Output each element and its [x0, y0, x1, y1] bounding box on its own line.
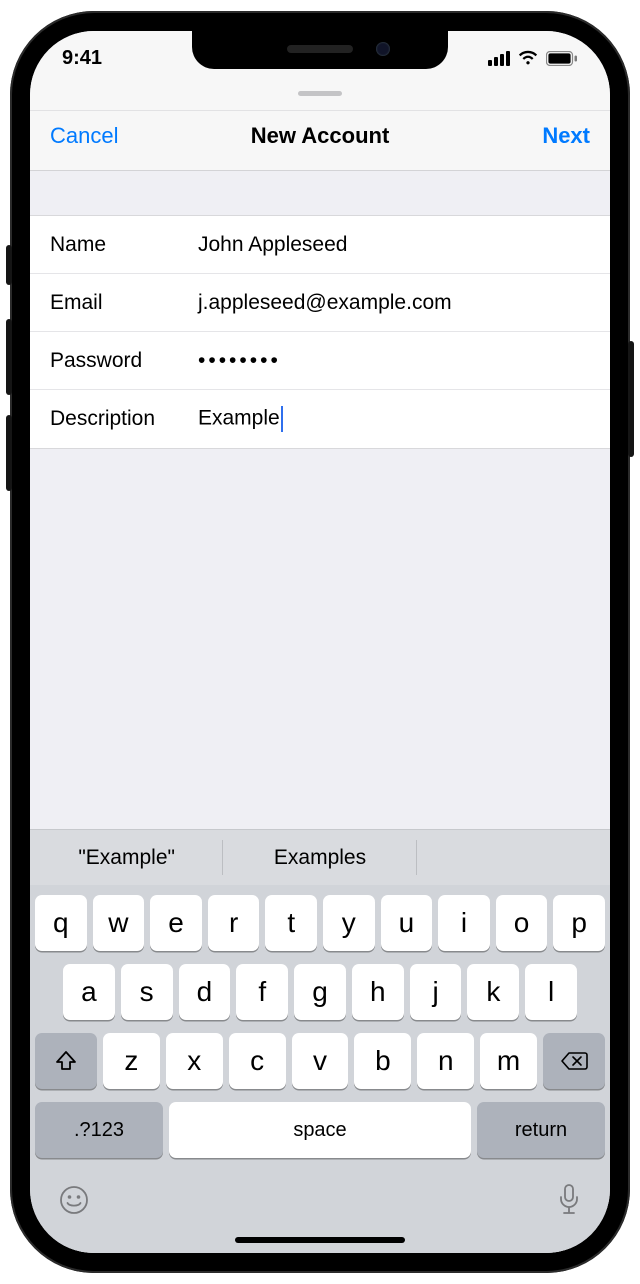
key-row-3: z x c v b n m — [35, 1033, 605, 1089]
suggestion-1[interactable]: "Example" — [30, 830, 223, 885]
key-r[interactable]: r — [208, 895, 260, 951]
page-title: New Account — [140, 123, 500, 149]
screen: 9:41 Cancel New Account Next — [30, 31, 610, 1253]
name-row[interactable]: Name John Appleseed — [30, 216, 610, 274]
key-x[interactable]: x — [166, 1033, 223, 1089]
key-b[interactable]: b — [354, 1033, 411, 1089]
description-label: Description — [50, 407, 198, 431]
key-d[interactable]: d — [179, 964, 231, 1020]
volume-up-button — [6, 319, 12, 395]
key-p[interactable]: p — [553, 895, 605, 951]
wifi-icon — [517, 50, 539, 66]
password-label: Password — [50, 349, 198, 373]
password-row[interactable]: Password •••••••• — [30, 332, 610, 390]
shift-icon — [54, 1049, 78, 1073]
key-c[interactable]: c — [229, 1033, 286, 1089]
numbers-key[interactable]: .?123 — [35, 1102, 163, 1158]
description-field[interactable]: Example — [198, 406, 590, 432]
mute-switch — [6, 245, 12, 285]
emoji-icon — [58, 1184, 90, 1216]
phone-frame: 9:41 Cancel New Account Next — [10, 11, 630, 1273]
keyboard-bottom-bar — [30, 1177, 610, 1227]
status-time: 9:41 — [62, 47, 102, 70]
key-y[interactable]: y — [323, 895, 375, 951]
cancel-button[interactable]: Cancel — [50, 123, 140, 149]
suggestion-bar: "Example" Examples — [30, 829, 610, 885]
content-filler — [30, 449, 610, 829]
keyboard: "Example" Examples q w e r t y u i o p — [30, 829, 610, 1253]
key-j[interactable]: j — [410, 964, 462, 1020]
key-u[interactable]: u — [381, 895, 433, 951]
key-v[interactable]: v — [292, 1033, 349, 1089]
suggestion-3[interactable] — [417, 830, 610, 885]
backspace-icon — [560, 1050, 588, 1072]
sheet-grabber[interactable] — [30, 85, 610, 111]
dictation-button[interactable] — [556, 1183, 582, 1217]
key-i[interactable]: i — [438, 895, 490, 951]
key-s[interactable]: s — [121, 964, 173, 1020]
battery-icon — [546, 51, 578, 66]
home-indicator[interactable] — [30, 1227, 610, 1253]
key-e[interactable]: e — [150, 895, 202, 951]
key-t[interactable]: t — [265, 895, 317, 951]
return-key[interactable]: return — [477, 1102, 605, 1158]
side-button — [628, 341, 634, 457]
backspace-key[interactable] — [543, 1033, 605, 1089]
key-n[interactable]: n — [417, 1033, 474, 1089]
key-row-4: .?123 space return — [35, 1102, 605, 1158]
key-k[interactable]: k — [467, 964, 519, 1020]
key-o[interactable]: o — [496, 895, 548, 951]
space-key[interactable]: space — [169, 1102, 471, 1158]
text-caret — [281, 406, 283, 432]
name-label: Name — [50, 233, 198, 257]
key-row-2: a s d f g h j k l — [35, 964, 605, 1020]
key-w[interactable]: w — [93, 895, 145, 951]
key-m[interactable]: m — [480, 1033, 537, 1089]
key-f[interactable]: f — [236, 964, 288, 1020]
account-form: Name John Appleseed Email j.appleseed@ex… — [30, 215, 610, 449]
email-label: Email — [50, 291, 198, 315]
suggestion-2[interactable]: Examples — [223, 830, 416, 885]
speaker-grille — [287, 45, 353, 53]
cellular-signal-icon — [488, 51, 510, 66]
volume-down-button — [6, 415, 12, 491]
microphone-icon — [556, 1183, 582, 1217]
key-l[interactable]: l — [525, 964, 577, 1020]
form-spacer — [30, 171, 610, 215]
navigation-bar: Cancel New Account Next — [30, 111, 610, 171]
key-z[interactable]: z — [103, 1033, 160, 1089]
front-camera — [376, 42, 390, 56]
key-a[interactable]: a — [63, 964, 115, 1020]
shift-key[interactable] — [35, 1033, 97, 1089]
email-row[interactable]: Email j.appleseed@example.com — [30, 274, 610, 332]
email-field[interactable]: j.appleseed@example.com — [198, 291, 590, 315]
password-field[interactable]: •••••••• — [198, 349, 590, 373]
next-button[interactable]: Next — [500, 123, 590, 149]
description-row[interactable]: Description Example — [30, 390, 610, 448]
emoji-button[interactable] — [58, 1184, 90, 1216]
key-h[interactable]: h — [352, 964, 404, 1020]
key-row-1: q w e r t y u i o p — [35, 895, 605, 951]
notch — [192, 31, 448, 69]
key-g[interactable]: g — [294, 964, 346, 1020]
key-q[interactable]: q — [35, 895, 87, 951]
name-field[interactable]: John Appleseed — [198, 233, 590, 257]
